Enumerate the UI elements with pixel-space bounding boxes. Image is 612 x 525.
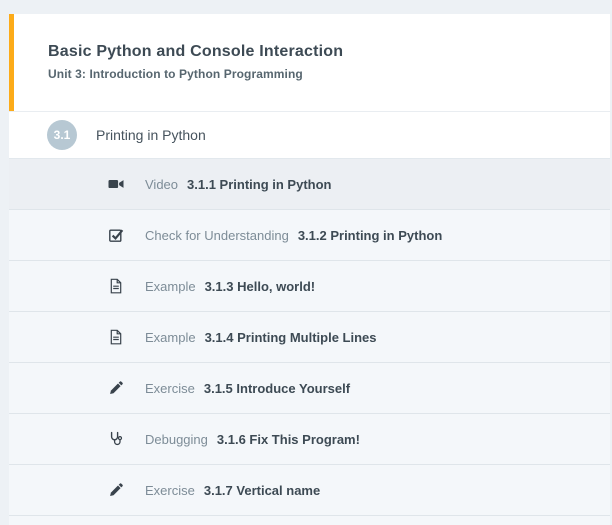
document-icon	[104, 278, 128, 294]
lesson-row-partial[interactable]	[9, 516, 610, 525]
lesson-items-list: Video 3.1.1 Printing in Python Check for…	[9, 159, 610, 525]
item-title: 3.1.4 Printing Multiple Lines	[205, 330, 377, 345]
item-title: 3.1.6 Fix This Program!	[217, 432, 360, 447]
unit-header: Basic Python and Console Interaction Uni…	[9, 14, 610, 112]
unit-color-bar	[9, 14, 14, 111]
item-title: 3.1.1 Printing in Python	[187, 177, 331, 192]
item-type-label: Check for Understanding	[145, 228, 289, 243]
item-type-label: Video	[145, 177, 178, 192]
lesson-row[interactable]: Video 3.1.1 Printing in Python	[9, 159, 610, 210]
lesson-row[interactable]: Exercise 3.1.7 Vertical name	[9, 465, 610, 516]
lesson-row[interactable]: Exercise 3.1.5 Introduce Yourself	[9, 363, 610, 414]
lesson-row[interactable]: Debugging 3.1.6 Fix This Program!	[9, 414, 610, 465]
pencil-icon	[104, 380, 128, 396]
lesson-row[interactable]: Check for Understanding 3.1.2 Printing i…	[9, 210, 610, 261]
section-title: Printing in Python	[96, 127, 206, 143]
section-header-3-1[interactable]: 3.1 Printing in Python	[9, 112, 610, 159]
item-type-label: Example	[145, 279, 196, 294]
check-square-icon	[104, 227, 128, 243]
stethoscope-icon	[104, 431, 128, 447]
lesson-row[interactable]: Example 3.1.4 Printing Multiple Lines	[9, 312, 610, 363]
video-camera-icon	[104, 176, 128, 192]
unit-card: Basic Python and Console Interaction Uni…	[9, 14, 610, 525]
item-type-label: Debugging	[145, 432, 208, 447]
section-number-badge: 3.1	[47, 120, 77, 150]
course-outline-page: { "colors": { "accent_orange": "#fcab19"…	[0, 0, 612, 525]
document-icon	[104, 329, 128, 345]
unit-subtitle: Unit 3: Introduction to Python Programmi…	[48, 67, 590, 81]
item-title: 3.1.3 Hello, world!	[205, 279, 316, 294]
item-type-label: Exercise	[145, 483, 195, 498]
pencil-icon	[104, 482, 128, 498]
item-type-label: Example	[145, 330, 196, 345]
unit-title: Basic Python and Console Interaction	[48, 43, 590, 61]
item-title: 3.1.7 Vertical name	[204, 483, 320, 498]
item-type-label: Exercise	[145, 381, 195, 396]
item-title: 3.1.5 Introduce Yourself	[204, 381, 350, 396]
item-title: 3.1.2 Printing in Python	[298, 228, 442, 243]
lesson-row[interactable]: Example 3.1.3 Hello, world!	[9, 261, 610, 312]
